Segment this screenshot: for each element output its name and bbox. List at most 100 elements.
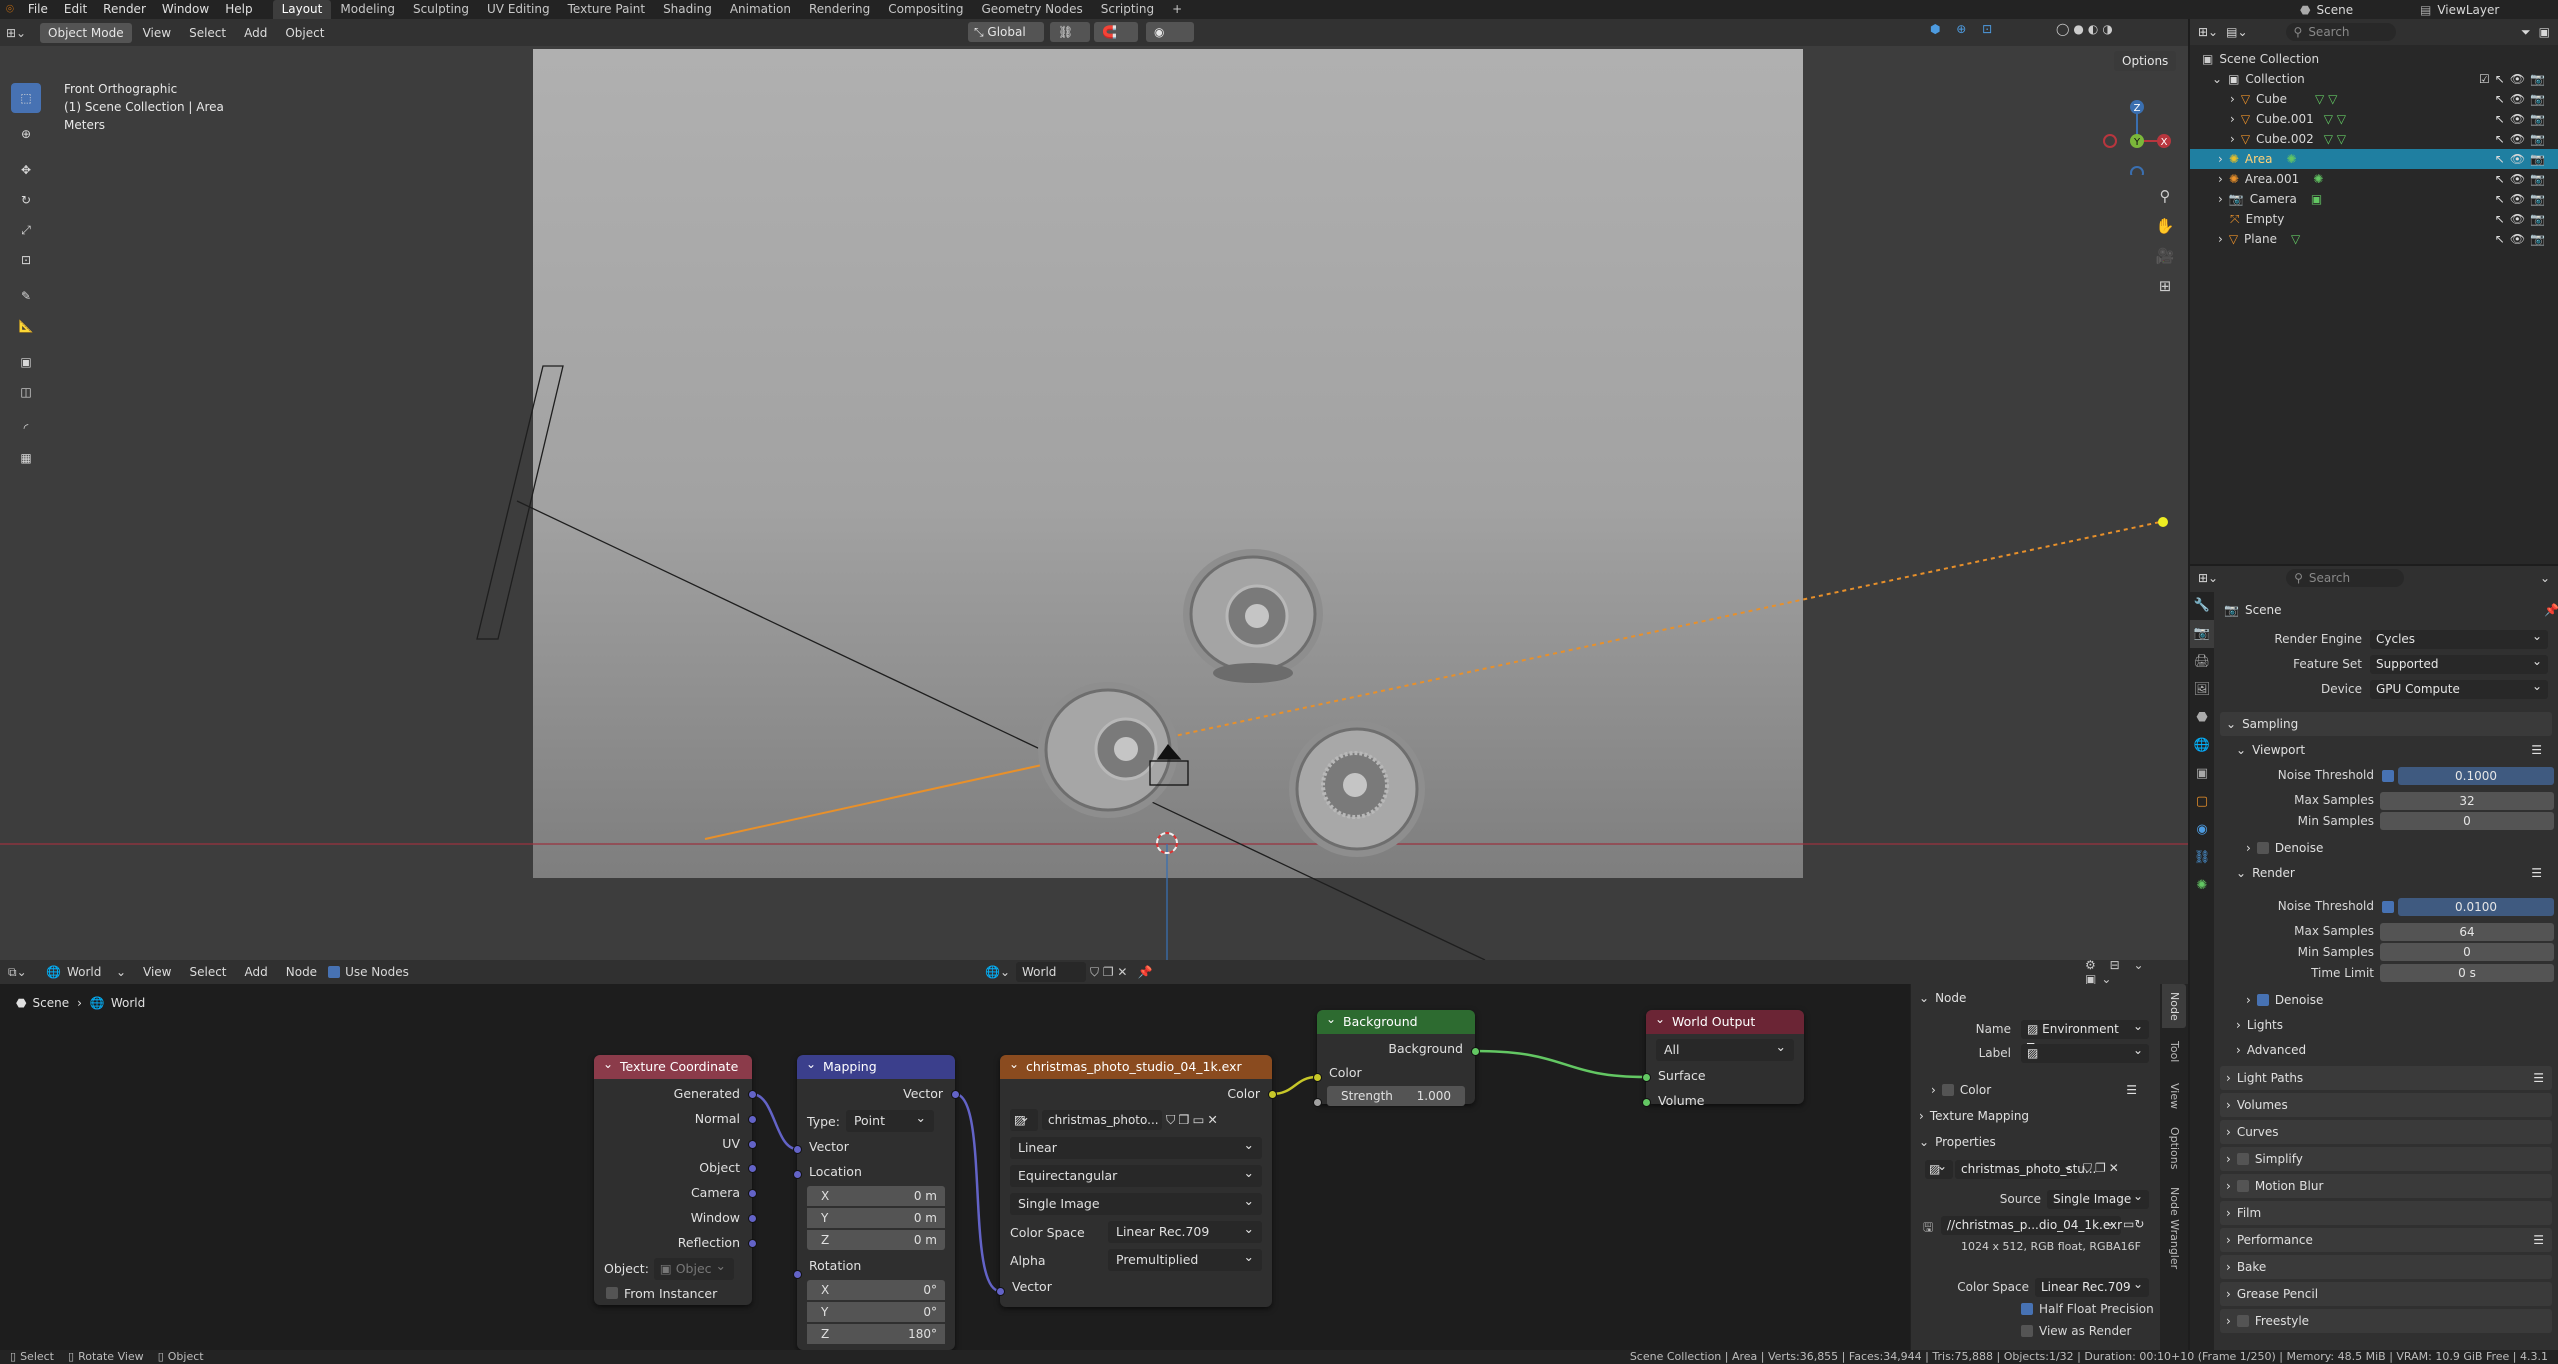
feature-set-dropdown[interactable]: Supported [2370, 652, 2548, 674]
node-title[interactable]: Texture Coordinate [594, 1052, 752, 1079]
view-as-render-checkbox[interactable]: View as Render [2021, 1324, 2131, 1338]
view-layer-tab-icon[interactable]: 🖼 [2190, 676, 2214, 704]
presets-list-icon[interactable]: ☰ [2531, 861, 2542, 885]
file-browse-icon[interactable]: ▭↻ [2123, 1217, 2144, 1231]
sidebar-image-browse-icon[interactable]: ▨ [1925, 1157, 1953, 1179]
node-environment-texture[interactable]: christmas_photo_studio_04_1k.exr Color ▨… [1000, 1052, 1272, 1307]
menu-edit[interactable]: Edit [56, 0, 95, 19]
performance-panel[interactable]: › Performance ☰ [2220, 1228, 2552, 1252]
rotation-y[interactable]: Y 0° [807, 1302, 945, 1322]
world-tab-icon[interactable]: 🌐 [2190, 732, 2214, 760]
fake-user-icon[interactable]: ⛉ ❐ ✕ [1090, 965, 1127, 980]
sidebar-tab-tool[interactable]: Tool [2162, 1032, 2186, 1072]
rotation-z[interactable]: Z 180° [807, 1324, 945, 1344]
source-dropdown[interactable]: Single Image [2047, 1187, 2149, 1209]
node-editor-canvas[interactable]: ⬣ Scene › 🌐 World Texture Coordinate Gen… [0, 984, 1910, 1350]
zoom-icon[interactable]: ⚲ [2152, 181, 2178, 211]
new-collection-icon[interactable]: ▣ [2539, 25, 2550, 39]
annotate-tool-icon[interactable]: ✎ [11, 281, 41, 311]
location-z[interactable]: Z0 m [807, 1230, 945, 1250]
outliner-search[interactable]: ⚲ Search [2285, 23, 2396, 41]
visibility-icons[interactable]: ↖👁📷 [2495, 229, 2550, 249]
properties-editor-icon[interactable]: ⊞⌄ [2198, 571, 2218, 585]
outliner-item-cube-002[interactable]: › ▽ Cube.002 ▽ ▽ ↖👁📷 [2190, 129, 2558, 149]
scene-tab-icon[interactable]: ⬣ [2190, 704, 2214, 732]
mapping-type-dropdown[interactable]: Point [845, 1107, 934, 1132]
collection-tab-icon[interactable]: ▣ [2190, 760, 2214, 788]
curve-tool-icon[interactable]: ◜ [11, 413, 41, 443]
vp-max-field[interactable]: 32 [2380, 792, 2554, 810]
freestyle-panel[interactable]: › Freestyle [2220, 1309, 2552, 1333]
socket-camera[interactable] [748, 1189, 757, 1198]
location-x[interactable]: X0 m [807, 1186, 945, 1206]
socket-mapping-vector-in[interactable] [793, 1145, 802, 1154]
node-title[interactable]: World Output [1646, 1007, 1804, 1034]
presets-list-icon[interactable]: ☰ [2533, 1066, 2544, 1090]
sidebar-image-actions-icons[interactable]: ⛉❐✕ [2083, 1161, 2122, 1176]
socket-mapping-location[interactable] [793, 1170, 802, 1179]
presets-list-icon[interactable]: ☰ [2531, 738, 2542, 762]
scene-selector[interactable]: ⬣ Scene [2300, 0, 2353, 19]
menu-help[interactable]: Help [217, 0, 260, 19]
visibility-icons[interactable]: ↖👁📷 [2495, 109, 2550, 129]
socket-background-color[interactable] [1313, 1073, 1322, 1082]
collection-visibility-icons[interactable]: ☑↖👁📷 [2479, 69, 2550, 89]
simplify-panel[interactable]: › Simplify [2220, 1147, 2552, 1171]
render-subpanel[interactable]: ⌄ Render ☰ [2230, 861, 2550, 885]
filepath-field[interactable]: //christmas_p...dio_04_1k.exr [1941, 1213, 2122, 1235]
strength-field[interactable]: Strength 1.000 [1327, 1086, 1465, 1106]
output-target-dropdown[interactable]: All [1656, 1036, 1794, 1061]
r-max-field[interactable]: 64 [2380, 923, 2554, 941]
volumes-panel[interactable]: › Volumes [2220, 1093, 2552, 1117]
visibility-icons[interactable]: ↖👁📷 [2495, 209, 2550, 229]
vp-denoise-subpanel[interactable]: › Denoise [2240, 836, 2550, 860]
outliner-scene-collection[interactable]: ▣ Scene Collection [2190, 49, 2558, 69]
properties-search[interactable]: ⚲ Search [2286, 569, 2405, 587]
rotate-tool-icon[interactable]: ↻ [11, 185, 41, 215]
tab-compositing[interactable]: Compositing [879, 0, 972, 19]
navigation-gizmo[interactable]: Z Y X [2092, 85, 2172, 175]
shader-type-dropdown[interactable]: 🌐 World ⌄ [46, 965, 132, 979]
visibility-icons[interactable]: ↖👁📷 [2495, 169, 2550, 189]
transform-tool-icon[interactable]: ⊡ [11, 245, 41, 275]
node-background[interactable]: Background Background Color Strength 1.0… [1317, 1007, 1475, 1106]
output-tab-icon[interactable]: 🖨 [2190, 648, 2214, 676]
r-noise-field[interactable]: 0.0100 [2398, 898, 2554, 916]
outliner-filter-icon[interactable]: ⏷ [2521, 25, 2531, 40]
socket-normal[interactable] [748, 1115, 757, 1124]
r-noise-check-icon[interactable] [2382, 901, 2394, 913]
3d-viewport[interactable]: ⊞⌄ Object Mode View Select Add Object ⤡ … [0, 19, 2188, 960]
add-cube-tool-icon[interactable]: ▣ [11, 347, 41, 377]
bake-panel[interactable]: › Bake [2220, 1255, 2552, 1279]
outliner-item-plane[interactable]: › ▽ Plane ▽ ↖👁📷 [2190, 229, 2558, 249]
sidebar-color-space-dropdown[interactable]: Linear Rec.709 [2035, 1275, 2149, 1297]
r-min-field[interactable]: 0 [2380, 943, 2554, 961]
light-paths-panel[interactable]: › Light Paths ☰ [2220, 1066, 2552, 1090]
sampling-panel[interactable]: ⌄ Sampling [2220, 712, 2552, 736]
color-space-dropdown[interactable]: Linear Rec.709 [1108, 1218, 1262, 1243]
blender-logo-icon[interactable]: ⌾ [0, 2, 20, 17]
grease-pencil-panel[interactable]: › Grease Pencil [2220, 1282, 2552, 1306]
curves-panel[interactable]: › Curves [2220, 1120, 2552, 1144]
socket-window[interactable] [748, 1214, 757, 1223]
advanced-subpanel[interactable]: › Advanced [2230, 1038, 2550, 1062]
socket-envtex-color[interactable] [1268, 1090, 1277, 1099]
outliner-display-mode-icon[interactable]: ▤⌄ [2226, 25, 2247, 39]
tab-modeling[interactable]: Modeling [331, 0, 404, 19]
node-menu-view[interactable]: View [136, 962, 178, 982]
lights-subpanel[interactable]: › Lights [2230, 1013, 2550, 1037]
outliner-collection[interactable]: ⌄ ▣ Collection ☑↖👁📷 [2190, 69, 2558, 89]
node-title[interactable]: Background [1317, 1007, 1475, 1034]
pin-icon[interactable]: 📌 [2544, 598, 2558, 622]
tab-layout[interactable]: Layout [272, 0, 332, 19]
socket-reflection[interactable] [748, 1239, 757, 1248]
data-tab-icon[interactable]: ✺ [2190, 872, 2214, 900]
node-menu-select[interactable]: Select [182, 962, 233, 982]
half-float-checkbox[interactable]: Half Float Precision [2021, 1302, 2154, 1316]
image-tool-icon[interactable]: ▦ [11, 443, 41, 473]
image-name-field[interactable]: christmas_photo... [1042, 1110, 1162, 1130]
socket-mapping-out[interactable] [951, 1090, 960, 1099]
socket-uv[interactable] [748, 1140, 757, 1149]
location-y[interactable]: Y0 m [807, 1208, 945, 1228]
add-workspace-button[interactable]: + [1163, 0, 1191, 19]
